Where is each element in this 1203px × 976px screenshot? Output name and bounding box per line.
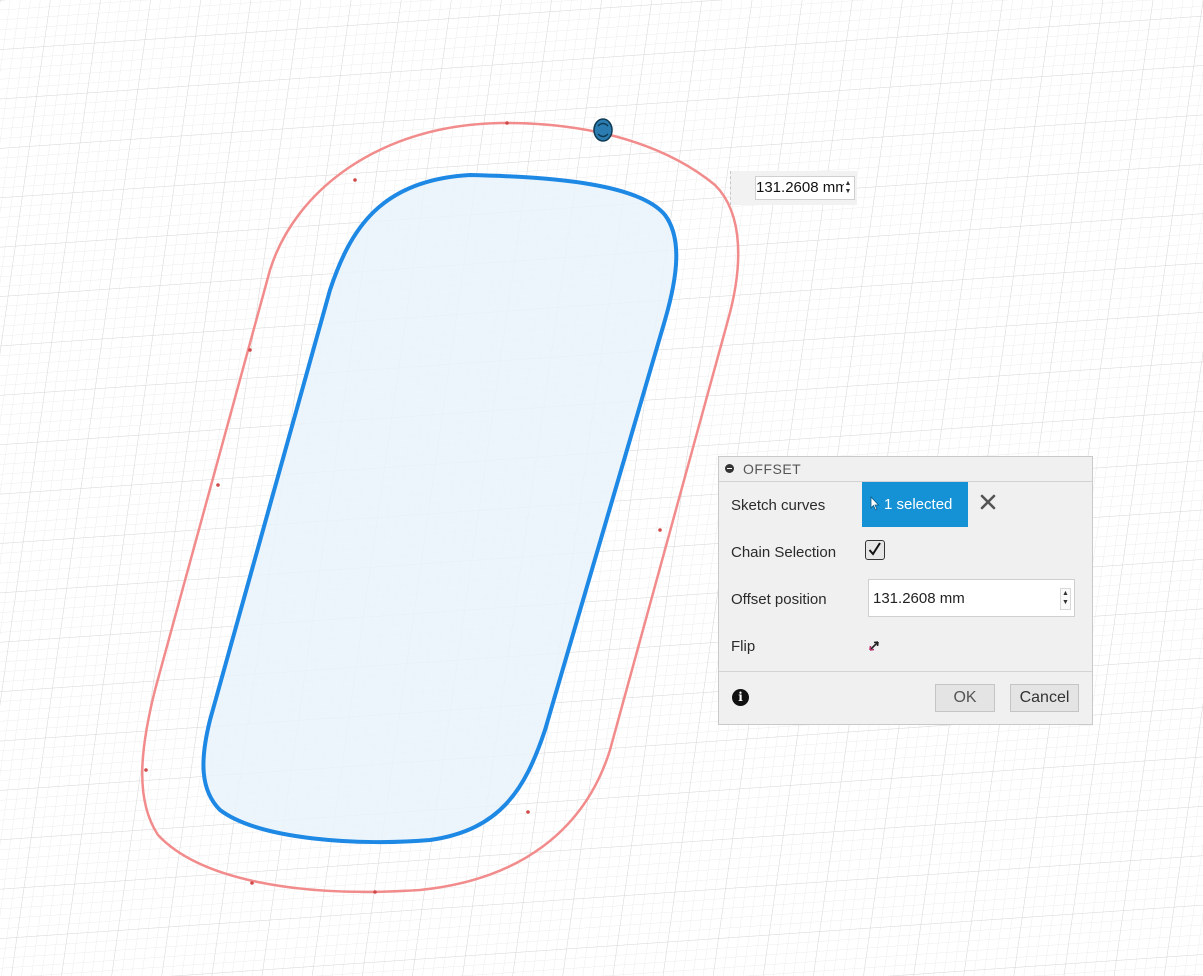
sketch-curves-selection-button[interactable]: 1 selected	[862, 482, 968, 527]
onscreen-offset-input[interactable]: 131.2608 mm ▲ ▼	[730, 171, 857, 205]
cancel-button[interactable]: Cancel	[1010, 684, 1079, 712]
offset-drag-handle-icon[interactable]	[593, 118, 613, 142]
cursor-arrow-icon	[870, 496, 880, 511]
info-icon[interactable]: i	[732, 689, 749, 706]
offset-position-input[interactable]: 131.2608 mm ▲ ▼	[868, 579, 1075, 617]
checkmark-icon	[868, 542, 881, 556]
dialog-title: OFFSET	[743, 461, 802, 477]
collapse-icon[interactable]	[725, 464, 734, 473]
flip-label: Flip	[731, 638, 756, 655]
sketch-curves-label: Sketch curves	[731, 497, 826, 514]
offset-position-label: Offset position	[731, 591, 827, 608]
dialog-footer-divider	[719, 671, 1092, 672]
selection-count: 1 selected	[884, 496, 953, 513]
offset-position-value: 131.2608 mm	[873, 590, 965, 607]
close-icon[interactable]	[979, 493, 997, 511]
dialog-header[interactable]: OFFSET	[719, 457, 1092, 482]
onscreen-offset-value[interactable]: 131.2608 mm ▲ ▼	[755, 176, 855, 200]
offset-dialog: OFFSET Sketch curves 1 selected Chain Se…	[718, 456, 1093, 725]
offset-position-spinner-icon[interactable]: ▲ ▼	[1060, 588, 1071, 610]
flip-arrows-icon[interactable]	[867, 639, 881, 653]
ok-button[interactable]: OK	[935, 684, 995, 712]
chain-selection-checkbox[interactable]	[865, 540, 885, 560]
onscreen-spinner-icon[interactable]: ▲ ▼	[844, 180, 852, 196]
onscreen-offset-text: 131.2608 mm	[756, 179, 848, 196]
chain-selection-label: Chain Selection	[731, 544, 837, 561]
